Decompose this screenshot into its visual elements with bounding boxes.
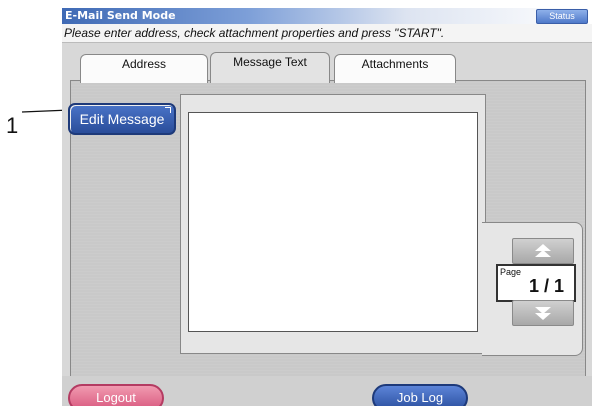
page-label: Page: [500, 267, 522, 277]
edit-message-button[interactable]: Edit Message: [68, 103, 176, 135]
scroll-down-button[interactable]: [512, 300, 574, 326]
instruction-text: Please enter address, check attachment p…: [64, 26, 445, 40]
status-button[interactable]: Status: [536, 9, 588, 24]
edit-message-label: Edit Message: [79, 111, 165, 127]
corner-mark-icon: [165, 107, 171, 113]
page-value: 1 / 1: [528, 276, 564, 296]
message-text-area[interactable]: [188, 112, 478, 332]
scroll-up-button[interactable]: [512, 238, 574, 264]
double-chevron-down-icon: [535, 307, 551, 320]
tab-address[interactable]: Address: [80, 54, 208, 83]
callout-number: 1: [6, 113, 19, 138]
double-chevron-up-icon: [535, 244, 551, 257]
page-indicator: Page 1 / 1: [496, 264, 576, 302]
tab-message-text[interactable]: Message Text: [210, 52, 330, 83]
job-log-button[interactable]: Job Log: [372, 384, 468, 406]
window-title: E-Mail Send Mode: [65, 9, 176, 22]
tab-attachments[interactable]: Attachments: [334, 54, 456, 83]
title-bar: E-Mail Send Mode Status: [62, 8, 592, 24]
logout-button[interactable]: Logout: [68, 384, 164, 406]
email-send-screen: E-Mail Send Mode Status Please enter add…: [62, 8, 592, 406]
instruction-bar: Please enter address, check attachment p…: [62, 24, 592, 43]
